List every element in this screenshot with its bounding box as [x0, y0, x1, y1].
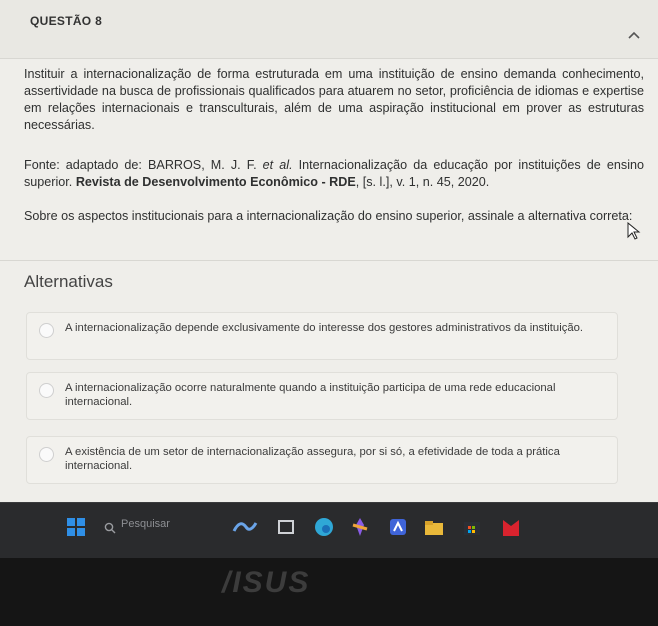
radio-button[interactable] [39, 383, 54, 398]
widgets-icon[interactable] [232, 517, 258, 537]
radio-button[interactable] [39, 323, 54, 338]
alternative-text: A internacionalização depende exclusivam… [65, 322, 584, 334]
file-explorer-icon[interactable] [424, 517, 444, 537]
alternatives-heading: Alternativas [24, 272, 113, 291]
question-title: QUESTÃO 8 [30, 14, 103, 28]
radio-button[interactable] [39, 447, 54, 462]
alternative-option[interactable]: A internacionalização depende exclusivam… [26, 312, 618, 360]
asus-logo: /ISUS [222, 566, 311, 599]
alternative-text: A existência de um setor de internaciona… [65, 446, 560, 472]
microsoft-store-icon[interactable] [462, 517, 482, 537]
mouse-cursor-icon [626, 221, 642, 240]
windows-taskbar: Pesquisar [0, 502, 658, 559]
copilot-icon[interactable] [350, 517, 370, 537]
source-suffix: , [s. l.], v. 1, n. 45, 2020. [355, 175, 490, 189]
alternative-option[interactable]: A existência de um setor de internaciona… [26, 436, 618, 484]
task-view-icon[interactable] [276, 517, 296, 537]
question-statement: Instituir a internacionalização de forma… [24, 67, 644, 132]
alternative-option[interactable]: A internacionalização ocorre naturalment… [26, 372, 618, 420]
mcafee-icon[interactable] [500, 517, 520, 537]
source-journal: Revista de Desenvolvimento Econômico - R… [75, 175, 356, 189]
section-divider [0, 260, 658, 261]
question-prompt: Sobre os aspectos institucionais para a … [24, 209, 633, 223]
laptop-bezel [0, 558, 658, 626]
question-header: QUESTÃO 8 [0, 0, 658, 59]
source-etal: et al. [262, 158, 293, 172]
chevron-up-icon[interactable] [628, 30, 642, 44]
question-source: Fonte: adaptado de: BARROS, M. J. F. et … [24, 157, 644, 191]
edge-browser-icon[interactable] [314, 517, 334, 537]
windows-start-icon[interactable] [66, 517, 86, 537]
search-icon[interactable] [104, 521, 116, 534]
app-icon[interactable] [388, 517, 408, 537]
taskbar-search-input[interactable]: Pesquisar [121, 518, 170, 530]
source-prefix: Fonte: adaptado de: BARROS, M. J. F. [24, 158, 263, 172]
alternative-text: A internacionalização ocorre naturalment… [65, 382, 556, 408]
question-page: QUESTÃO 8 Instituir a internacionalizaçã… [0, 0, 658, 520]
